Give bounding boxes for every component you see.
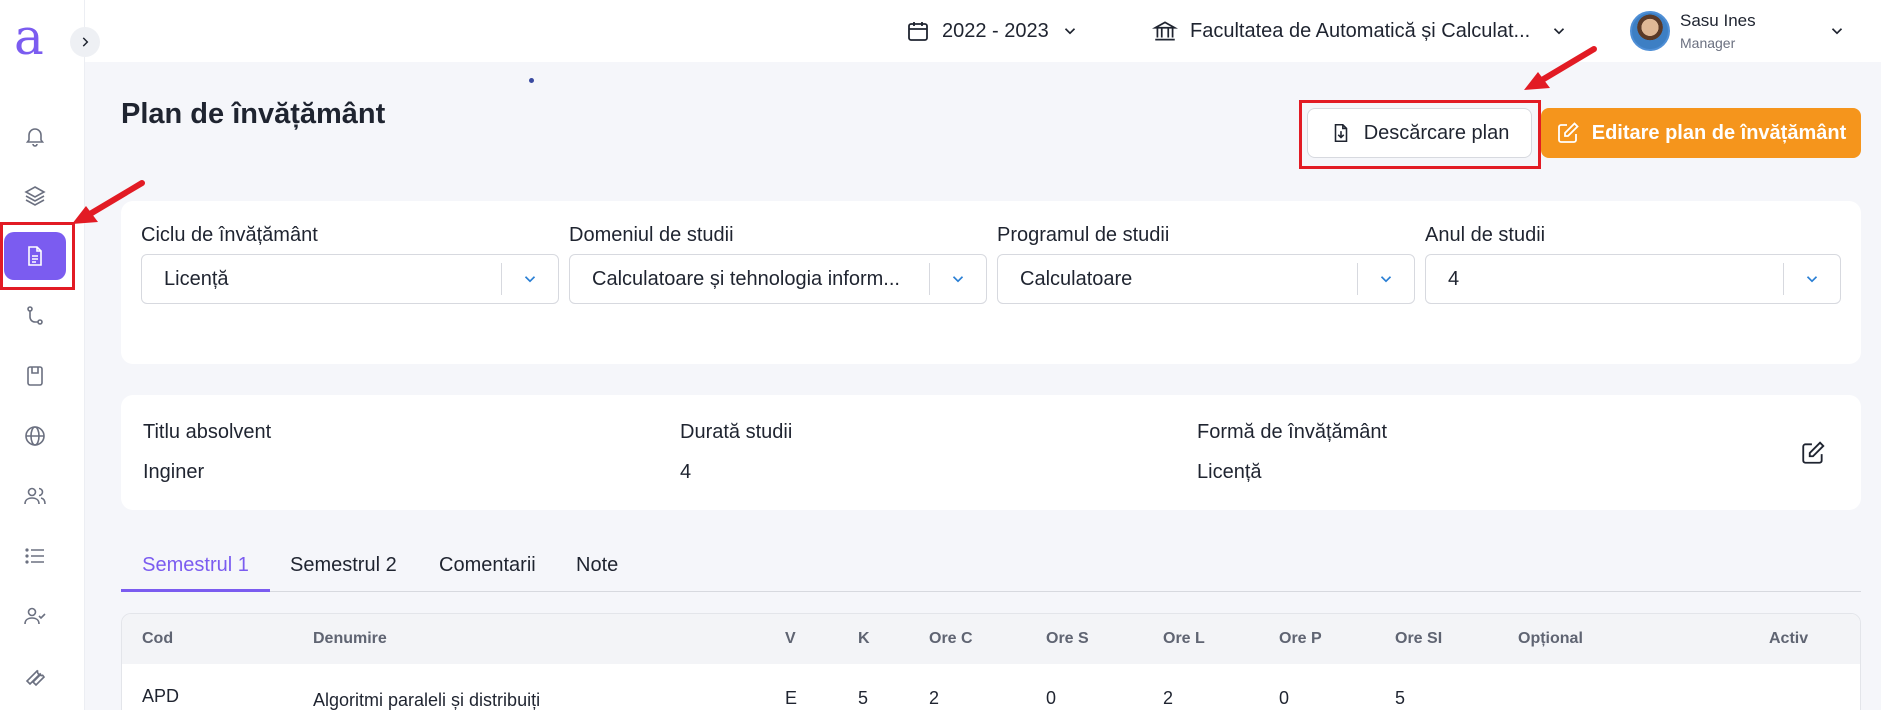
duration-label: Durată studii (680, 421, 793, 443)
user-role: Manager (1680, 35, 1736, 51)
chevron-down-icon (952, 276, 964, 283)
column-header-code: Cod (142, 630, 174, 647)
user-menu[interactable]: Sasu Ines Manager (1630, 10, 1846, 52)
cell-seminar-hours: 0 (1046, 688, 1057, 708)
tab-comments[interactable]: Comentarii (439, 548, 536, 592)
wrench-icon (25, 669, 46, 687)
column-header-name: Denumire (313, 630, 387, 647)
academic-year-selector[interactable]: 2022 - 2023 (906, 14, 1079, 48)
program-select[interactable]: Calculatoare (997, 254, 1415, 304)
chevron-right-icon (82, 37, 89, 47)
page-title: Plan de învățământ (121, 98, 386, 130)
sidebar-item-globe[interactable] (4, 412, 66, 460)
column-header-optional: Opțional (1518, 630, 1583, 647)
column-header-seminar-hours: Ore S (1046, 630, 1089, 647)
chevron-down-icon (1831, 28, 1842, 35)
column-header-self-study-hours: Ore SI (1395, 630, 1443, 647)
courses-table: Cod Denumire V K Ore C Ore S Ore L Ore P… (121, 613, 1861, 710)
tab-notes[interactable]: Note (576, 548, 618, 592)
chevron-down-icon (1380, 276, 1392, 283)
edit-icon (1802, 441, 1825, 464)
cycle-label: Ciclu de învățământ (141, 224, 318, 246)
column-header-active: Activ (1769, 630, 1809, 647)
calendar-icon (908, 22, 928, 41)
cell-project-hours: 0 (1279, 688, 1290, 708)
graduate-title-value: Inginer (143, 461, 205, 483)
cell-code: APD (142, 686, 180, 706)
cell-name: Algoritmi paraleli și distribuiți (313, 690, 541, 710)
chevron-down-icon (1554, 28, 1565, 35)
file-download-icon (1334, 123, 1347, 143)
faculty-selector[interactable]: Facultatea de Automatică și Calculat... (1152, 14, 1568, 48)
faculty-value: Facultatea de Automatică și Calculat... (1190, 19, 1531, 42)
column-header-k: K (858, 630, 870, 647)
bell-icon (25, 128, 45, 147)
table-header: Cod Denumire V K Ore C Ore S Ore L Ore P… (122, 614, 1860, 664)
study-form-label: Formă de învățământ (1197, 421, 1388, 443)
globe-icon (25, 426, 45, 446)
column-header-project-hours: Ore P (1279, 630, 1322, 647)
download-plan-label: Descărcare plan (1363, 121, 1510, 144)
chevron-down-icon (1064, 28, 1075, 35)
app-logo[interactable]: a (14, 12, 54, 62)
cell-self-study-hours: 5 (1395, 688, 1406, 708)
git-branch-icon (27, 306, 43, 325)
indicator-dot (529, 78, 534, 83)
program-label: Programul de studii (997, 224, 1170, 246)
cycle-value: Licență (164, 267, 229, 290)
edit-plan-label: Editare plan de învățământ (1591, 121, 1847, 144)
program-value: Calculatoare (1020, 267, 1133, 290)
study-form-value: Licență (1197, 461, 1262, 483)
chevron-down-icon (524, 276, 536, 283)
study-year-value: 4 (1448, 267, 1460, 290)
domain-label: Domeniul de studii (569, 224, 734, 246)
tab-semester-2[interactable]: Semestrul 2 (290, 548, 397, 592)
cell-k: 5 (858, 688, 869, 708)
document-icon (28, 246, 42, 266)
semester-tabs: Semestrul 1 Semestrul 2 Comentarii Note (121, 548, 1861, 592)
tab-semester-1[interactable]: Semestrul 1 (121, 548, 270, 592)
cycle-select[interactable]: Licență (141, 254, 559, 304)
user-check-icon (24, 607, 46, 625)
cell-lab-hours: 2 (1163, 688, 1174, 708)
sidebar-item-study-plan[interactable] (4, 232, 66, 280)
user-name: Sasu Ines (1680, 11, 1756, 30)
program-info-card (121, 395, 1861, 510)
cell-course-hours: 2 (929, 688, 940, 708)
column-header-v: V (785, 630, 796, 647)
domain-select[interactable]: Calculatoare și tehnologia inform... (569, 254, 987, 304)
sidebar-item-branches[interactable] (4, 292, 66, 340)
edit-icon (1557, 122, 1579, 143)
edit-info-button[interactable] (1800, 440, 1826, 471)
sidebar-item-user-check[interactable] (4, 592, 66, 640)
duration-value: 4 (680, 461, 692, 483)
sidebar-item-settings[interactable] (4, 652, 66, 700)
users-icon (24, 487, 46, 505)
list-icon (25, 548, 44, 564)
study-year-label: Anul de studii (1425, 224, 1546, 246)
column-header-course-hours: Ore C (929, 630, 973, 647)
download-plan-button[interactable]: Descărcare plan (1307, 108, 1532, 158)
sidebar-item-list[interactable] (4, 532, 66, 580)
layers-icon (24, 186, 46, 206)
sidebar-item-layers[interactable] (4, 172, 66, 220)
academic-year-value: 2022 - 2023 (942, 19, 1049, 42)
sidebar-item-book[interactable] (4, 352, 66, 400)
study-year-select[interactable]: 4 (1425, 254, 1841, 304)
avatar (1630, 11, 1670, 51)
chevron-down-icon (1806, 276, 1818, 283)
column-header-lab-hours: Ore L (1163, 630, 1205, 647)
institution-icon (1152, 21, 1178, 41)
edit-plan-button[interactable]: Editare plan de învățământ (1541, 108, 1861, 158)
sidebar-item-notifications[interactable] (4, 112, 66, 160)
domain-value: Calculatoare și tehnologia inform... (592, 267, 900, 290)
sidebar: a (0, 0, 85, 710)
graduate-title-label: Titlu absolvent (143, 421, 272, 443)
cell-v: E (785, 688, 798, 708)
sidebar-item-users[interactable] (4, 472, 66, 520)
book-icon (27, 366, 43, 386)
sidebar-toggle-button[interactable] (70, 27, 100, 57)
